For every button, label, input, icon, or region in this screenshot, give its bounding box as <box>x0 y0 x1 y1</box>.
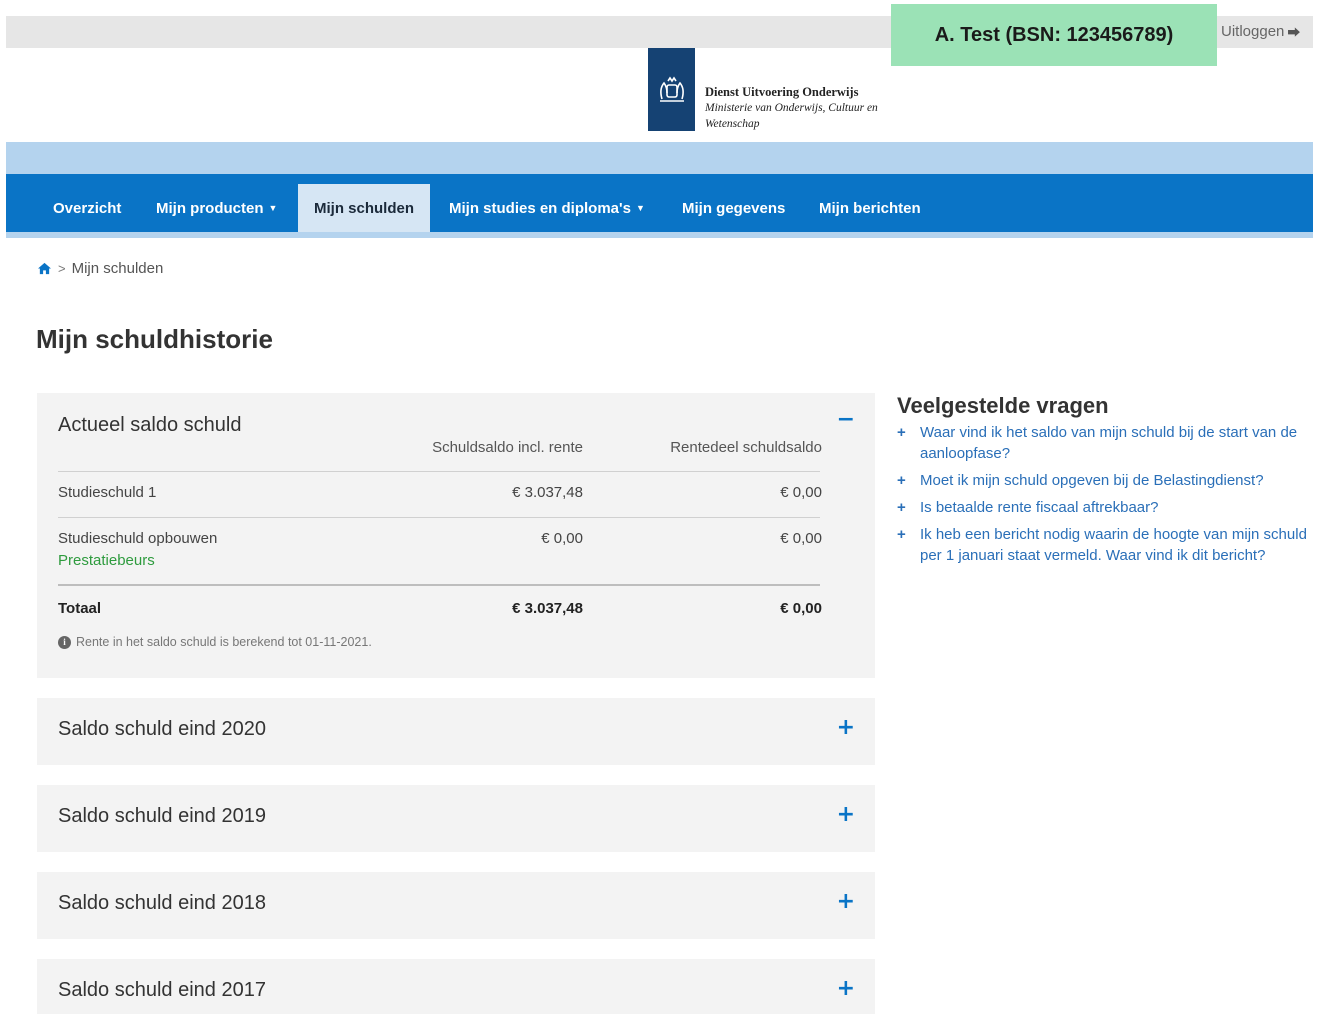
collapse-icon[interactable]: − <box>837 407 855 432</box>
nav-item-mijn-gegevens[interactable]: Mijn gegevens <box>682 184 785 232</box>
row-label: Studieschuld 1 <box>58 484 157 501</box>
row-balance: € 3.037,48 <box>512 484 583 501</box>
breadcrumb-current: Mijn schulden <box>71 260 164 277</box>
duo-logo[interactable]: Dienst Uitvoering Onderwijs Ministerie v… <box>648 48 878 132</box>
interest-note-text: Rente in het saldo schuld is berekend to… <box>76 635 372 649</box>
total-interest: € 0,00 <box>780 600 822 617</box>
faq-item[interactable]: + Is betaalde rente fiscaal aftrekbaar? <box>897 497 1307 518</box>
nav-item-mijn-studies[interactable]: Mijn studies en diploma's ▼ <box>449 184 645 232</box>
plus-icon: + <box>897 499 906 516</box>
plus-icon: + <box>897 526 906 543</box>
nav-item-mijn-berichten[interactable]: Mijn berichten <box>819 184 921 232</box>
logo-line-1: Dienst Uitvoering Onderwijs <box>705 85 859 99</box>
faq-title: Veelgestelde vragen <box>897 393 1109 418</box>
logout-label: Uitloggen <box>1221 23 1285 40</box>
faq-item[interactable]: + Ik heb een bericht nodig waarin de hoo… <box>897 524 1307 566</box>
column-header-balance: Schuldsaldo incl. rente <box>432 439 583 456</box>
faq-item-text: Waar vind ik het saldo van mijn schuld b… <box>920 424 1298 462</box>
history-panel-2018[interactable]: Saldo schuld eind 2018 + <box>37 872 875 939</box>
expand-icon[interactable]: + <box>837 976 855 1001</box>
logout-link[interactable]: Uitloggen ⮕ <box>1221 22 1300 41</box>
faq-item[interactable]: + Moet ik mijn schuld opgeven bij de Bel… <box>897 470 1307 491</box>
logo-line-3: Wetenschap <box>705 118 760 130</box>
nav-item-label: Mijn gegevens <box>682 199 786 217</box>
row-interest: € 0,00 <box>780 530 822 547</box>
nav-item-mijn-schulden[interactable]: Mijn schulden <box>298 184 431 232</box>
faq-item-text: Ik heb een bericht nodig waarin de hoogt… <box>920 526 1307 564</box>
nav-item-label: Mijn producten <box>156 199 264 217</box>
nav-item-mijn-producten[interactable]: Mijn producten ▼ <box>156 184 277 232</box>
logout-icon: ⮕ <box>1287 25 1301 40</box>
history-panel-2020[interactable]: Saldo schuld eind 2020 + <box>37 698 875 765</box>
column-header-interest: Rentedeel schuldsaldo <box>670 439 822 456</box>
expand-icon[interactable]: + <box>837 715 855 740</box>
expand-icon[interactable]: + <box>837 889 855 914</box>
breadcrumb-separator: > <box>58 261 66 276</box>
page-title: Mijn schuldhistorie <box>36 324 273 354</box>
header-band <box>6 142 1313 174</box>
nav-item-label: Mijn studies en diploma's <box>449 199 631 217</box>
plus-icon: + <box>897 424 906 441</box>
row-balance: € 0,00 <box>541 530 583 547</box>
nav-item-label: Mijn berichten <box>819 199 921 217</box>
nav-item-label: Mijn schulden <box>314 199 415 217</box>
current-balance-title[interactable]: Actueel saldo schuld <box>58 414 241 437</box>
nav-underline <box>6 232 1313 238</box>
chevron-down-icon: ▼ <box>635 203 645 213</box>
row-interest: € 0,00 <box>780 484 822 501</box>
total-divider <box>58 584 820 586</box>
total-label: Totaal <box>58 600 102 617</box>
nav-item-label: Overzicht <box>53 199 122 217</box>
history-panel-title: Saldo schuld eind 2019 <box>58 805 266 827</box>
user-identity-label: A. Test (BSN: 123456789) <box>934 23 1174 46</box>
logo-line-2: Ministerie van Onderwijs, Cultuur en <box>705 102 878 114</box>
rijksoverheid-emblem-icon <box>648 48 695 131</box>
plus-icon: + <box>897 472 906 489</box>
history-panel-2019[interactable]: Saldo schuld eind 2019 + <box>37 785 875 852</box>
faq-item[interactable]: + Waar vind ik het saldo van mijn schuld… <box>897 422 1307 464</box>
home-icon[interactable] <box>37 262 52 275</box>
nav-item-overzicht[interactable]: Overzicht <box>53 184 121 232</box>
row-divider <box>58 517 820 518</box>
history-panel-title: Saldo schuld eind 2018 <box>58 892 266 914</box>
row-label: Studieschuld opbouwen <box>58 530 218 547</box>
interest-note: i Rente in het saldo schuld is berekend … <box>58 635 372 649</box>
logo-text: Dienst Uitvoering Onderwijs Ministerie v… <box>705 84 878 132</box>
chevron-down-icon: ▼ <box>268 203 278 213</box>
row-divider <box>58 471 820 472</box>
history-panel-title: Saldo schuld eind 2017 <box>58 979 266 1001</box>
user-identity-badge: A. Test (BSN: 123456789) <box>891 4 1217 66</box>
main-navigation: Overzicht Mijn producten ▼ Mijn schulden… <box>6 174 1313 232</box>
info-icon: i <box>58 635 71 649</box>
expand-icon[interactable]: + <box>837 802 855 827</box>
faq-item-text: Moet ik mijn schuld opgeven bij de Belas… <box>920 472 1264 489</box>
history-panel-title: Saldo schuld eind 2020 <box>58 718 266 740</box>
history-panel-2017[interactable]: Saldo schuld eind 2017 + <box>37 959 875 1014</box>
breadcrumb: > Mijn schulden <box>37 260 163 277</box>
faq-item-text: Is betaalde rente fiscaal aftrekbaar? <box>920 499 1159 516</box>
row-sublabel-link[interactable]: Prestatiebeurs <box>58 552 155 569</box>
total-balance: € 3.037,48 <box>512 600 583 617</box>
